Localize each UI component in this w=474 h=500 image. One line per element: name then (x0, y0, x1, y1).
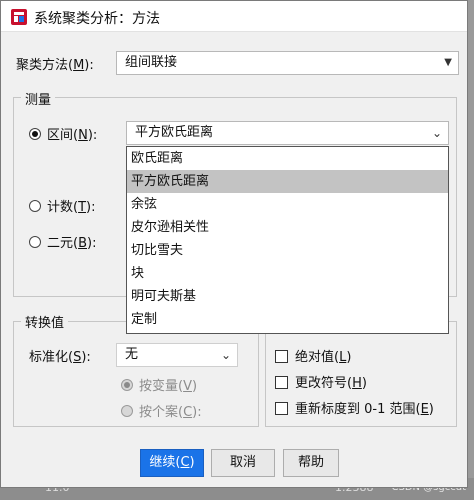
radio-unchecked-icon (29, 236, 41, 248)
interval-measure-select[interactable]: 平方欧氏距离 ⌄ (126, 121, 449, 145)
cluster-method-select[interactable]: 组间联接 ▼ (116, 51, 459, 75)
transform-values-title: 转换值 (21, 312, 69, 331)
cluster-method-dialog: 系统聚类分析：方法 聚类方法(M): 组间联接 ▼ 测量 区间(N): 平方欧氏… (0, 0, 468, 488)
rescale-checkbox[interactable]: 重新标度到 0-1 范围(E) (275, 398, 434, 417)
dropdown-option[interactable]: 明可夫斯基 (127, 285, 448, 308)
count-radio[interactable]: 计数(T): (29, 196, 95, 215)
standardize-value: 无 (125, 347, 139, 362)
cluster-method-label: 聚类方法(M): (16, 58, 94, 73)
chevron-down-icon: ▼ (444, 57, 452, 68)
cancel-button[interactable]: 取消 (211, 449, 275, 477)
chevron-down-icon: ⌄ (220, 348, 231, 362)
checkbox-icon (275, 402, 288, 415)
radio-checked-icon (29, 128, 41, 140)
continue-button[interactable]: 继续(C) (140, 449, 204, 477)
dropdown-option[interactable]: 切比雪夫 (127, 239, 448, 262)
radio-checked-icon (121, 379, 133, 391)
dropdown-option[interactable]: 定制 (127, 308, 448, 331)
change-sign-checkbox[interactable]: 更改符号(H) (275, 372, 367, 391)
dropdown-option[interactable]: 平方欧氏距离 (127, 170, 448, 193)
interval-measure-dropdown-list: 欧氏距离 平方欧氏距离 余弦 皮尔逊相关性 切比雪夫块明可夫斯基 定制 (126, 146, 449, 334)
by-case-radio[interactable]: 按个案(C): (121, 401, 202, 420)
interval-measure-value: 平方欧氏距离 (135, 125, 214, 140)
dialog-title: 系统聚类分析：方法 (34, 11, 160, 27)
chevron-down-icon: ⌄ (431, 126, 442, 140)
binary-radio[interactable]: 二元(B): (29, 232, 96, 251)
app-icon (11, 9, 27, 25)
standardize-label: 标准化(S): (29, 350, 91, 365)
dropdown-option[interactable]: 皮尔逊相关性 (127, 216, 448, 239)
dropdown-option[interactable]: 块 (127, 262, 448, 285)
radio-unchecked-icon (121, 405, 133, 417)
by-variable-radio[interactable]: 按变量(V) (121, 375, 197, 394)
radio-unchecked-icon (29, 200, 41, 212)
checkbox-icon (275, 350, 288, 363)
measure-group-title: 测量 (21, 89, 56, 108)
cluster-method-value: 组间联接 (125, 55, 178, 70)
interval-radio[interactable]: 区间(N): (29, 124, 97, 143)
dropdown-option[interactable]: 余弦 (127, 193, 448, 216)
checkbox-icon (275, 376, 288, 389)
absolute-value-checkbox[interactable]: 绝对值(L) (275, 346, 351, 365)
standardize-select[interactable]: 无 ⌄ (116, 343, 238, 367)
help-button[interactable]: 帮助 (283, 449, 339, 477)
title-bar[interactable]: 系统聚类分析：方法 (1, 1, 467, 32)
dropdown-option[interactable]: 欧氏距离 (127, 147, 448, 170)
